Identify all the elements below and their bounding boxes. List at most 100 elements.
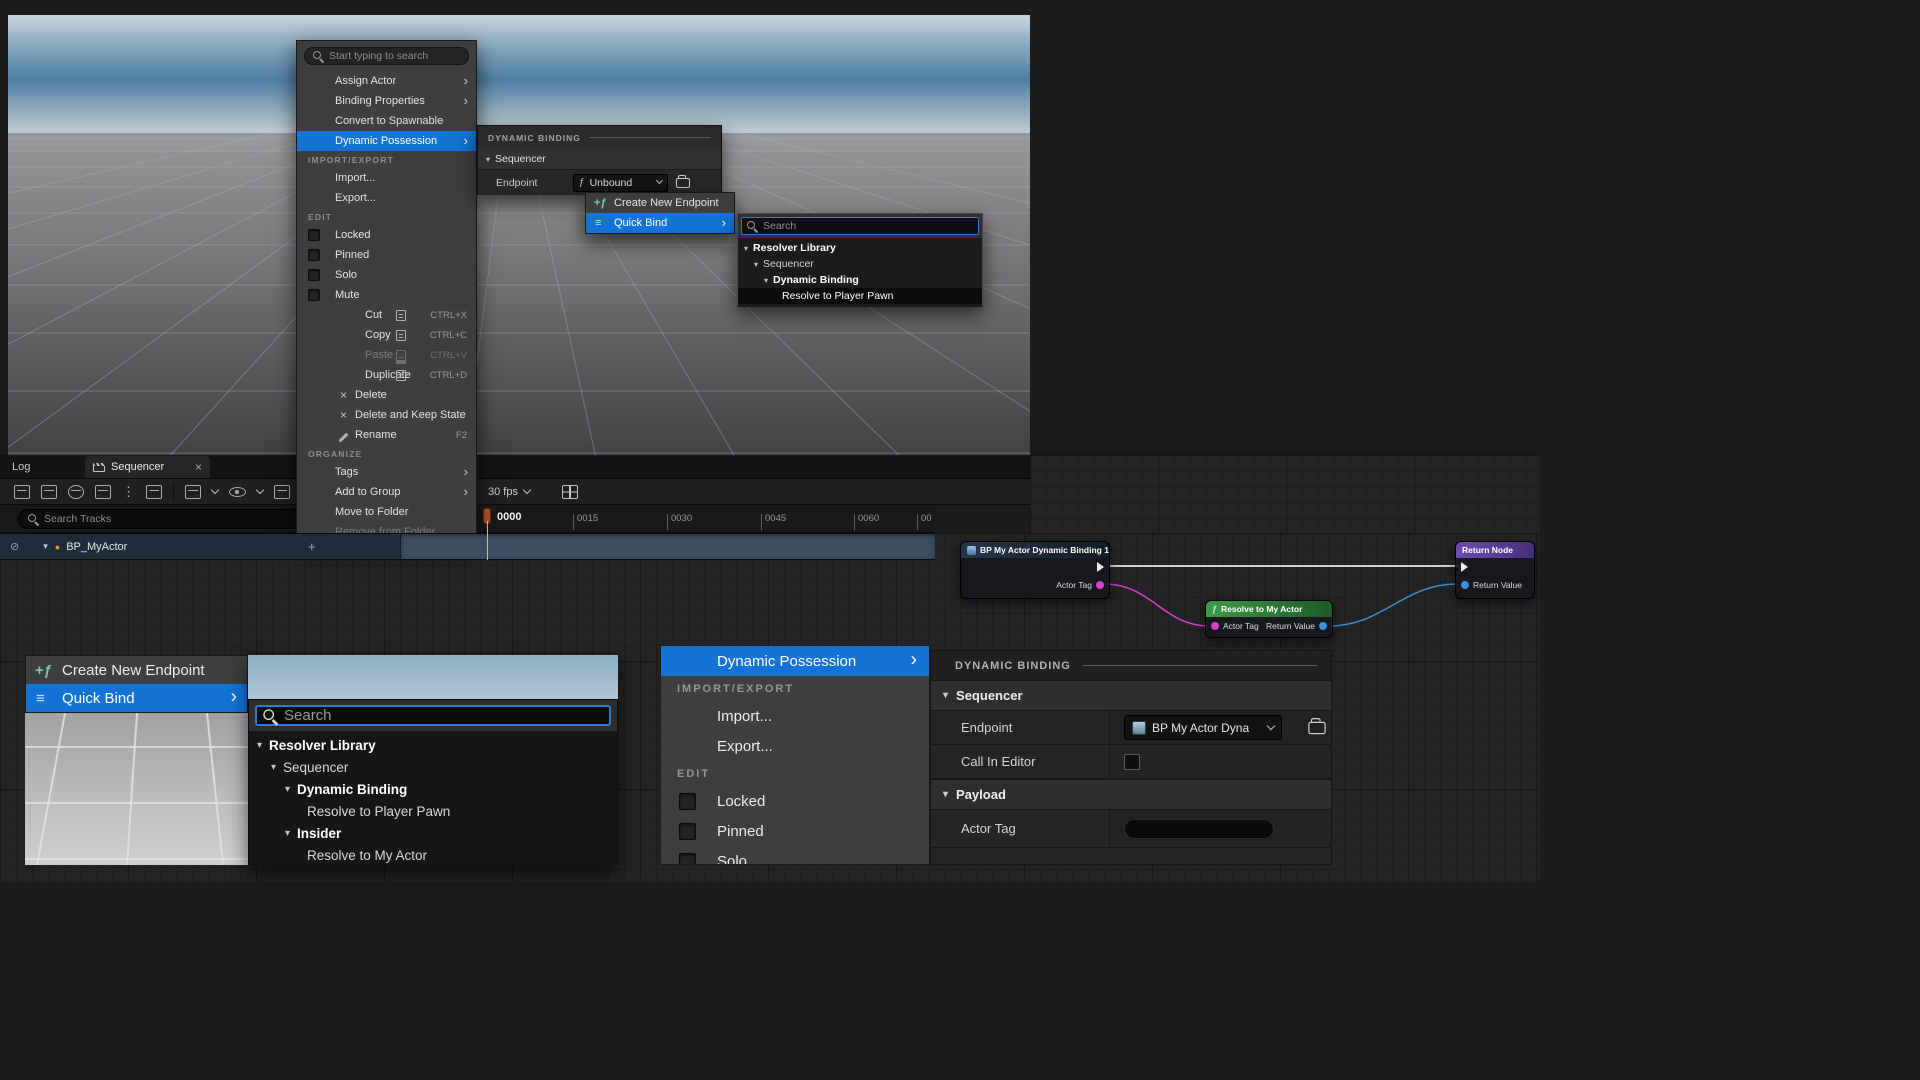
zoom-menu-item-import[interactable]: Import...: [661, 701, 929, 731]
eye-icon[interactable]: [229, 487, 246, 497]
tree-item-resolver-library[interactable]: ▾Resolver Library: [738, 240, 982, 256]
mute-checkbox[interactable]: [308, 289, 320, 301]
locked-checkbox[interactable]: [308, 229, 320, 241]
tab-sequencer[interactable]: Sequencer ×: [85, 456, 210, 478]
menu-item-binding-properties[interactable]: Binding Properties›: [297, 91, 476, 111]
zoom-resolver-search-placeholder: Search: [284, 707, 332, 724]
menu-item-assign-actor[interactable]: Assign Actor›: [297, 71, 476, 91]
menu-item-dynamic-possession[interactable]: Dynamic Possession›: [297, 131, 476, 151]
menu-item-move-to-folder[interactable]: Move to Folder: [297, 502, 476, 522]
snap-grid-icon[interactable]: [562, 485, 578, 499]
sliders-icon[interactable]: [95, 485, 111, 499]
zoom-menu-item-dynamic-possession[interactable]: Dynamic Possession ›: [661, 646, 929, 676]
menu-item-create-new-endpoint[interactable]: +ƒ Create New Endpoint: [586, 193, 734, 213]
track-header-bp-myactor[interactable]: ⊘ ▾ ● BP_MyActor +: [0, 534, 400, 559]
sequencer-toolbar: ⋮ 30 fps: [0, 478, 1030, 505]
sequencer-tab-bar: Log Sequencer ×: [0, 455, 1030, 478]
node-return[interactable]: Return Node Return Value: [1455, 541, 1535, 599]
menu-item-mute[interactable]: Mute: [297, 285, 476, 305]
tree-item-insider[interactable]: ▾Insider: [249, 822, 617, 844]
exec-in-pin[interactable]: [1461, 562, 1468, 572]
resolver-search-input[interactable]: Search: [741, 217, 979, 235]
return-value-out-pin[interactable]: [1319, 622, 1327, 630]
menu-item-rename[interactable]: RenameF2: [297, 425, 476, 445]
dynamic-binding-popup: DYNAMIC BINDING ▾ Sequencer Endpoint ƒ U…: [477, 125, 722, 195]
add-section-icon[interactable]: +: [308, 539, 316, 554]
menu-item-solo[interactable]: Solo: [297, 265, 476, 285]
tree-item-sequencer[interactable]: ▾Sequencer: [249, 756, 617, 778]
browse-asset-icon[interactable]: [1308, 721, 1326, 734]
tree-item-resolve-to-player-pawn[interactable]: Resolve to Player Pawn: [249, 800, 617, 822]
keyframe-options-icon[interactable]: [274, 485, 290, 499]
actor-tag-pin[interactable]: [1096, 581, 1104, 589]
tree-item-resolve-to-my-actor[interactable]: Resolve to My Actor: [249, 844, 617, 865]
zoom-menu-item-quick-bind[interactable]: ≡ Quick Bind ›: [26, 684, 247, 712]
return-value-in-pin[interactable]: [1461, 581, 1469, 589]
pinned-checkbox[interactable]: [679, 823, 696, 840]
eye-dropdown-caret[interactable]: [256, 485, 264, 493]
resolver-search-placeholder: Search: [763, 220, 796, 232]
endpoint-dropdown[interactable]: ƒ Unbound: [573, 174, 668, 192]
tree-item-sequencer[interactable]: ▾Sequencer: [738, 256, 982, 272]
tree-item-dynamic-binding[interactable]: ▾Dynamic Binding: [738, 272, 982, 288]
details-section-payload[interactable]: ▾ Payload: [931, 779, 1331, 810]
menu-item-cut[interactable]: CutCTRL+X: [297, 305, 476, 325]
call-in-editor-checkbox[interactable]: [1124, 754, 1140, 770]
browse-asset-icon[interactable]: [676, 178, 690, 188]
node-header: Return Node: [1456, 542, 1534, 558]
save-icon[interactable]: [14, 485, 30, 499]
pinned-checkbox[interactable]: [308, 249, 320, 261]
menu-item-duplicate[interactable]: DuplicateCTRL+D: [297, 365, 476, 385]
fps-dropdown[interactable]: 30 fps: [488, 486, 530, 498]
playhead-line: [487, 521, 488, 560]
locked-checkbox[interactable]: [679, 793, 696, 810]
menu-item-import[interactable]: Import...: [297, 168, 476, 188]
ruler-tick: 00: [917, 514, 932, 530]
tree-item-resolve-to-player-pawn[interactable]: Resolve to Player Pawn: [738, 288, 982, 304]
menu-item-delete-and-keep-state[interactable]: ×Delete and Keep State: [297, 405, 476, 425]
track-expand-icon[interactable]: ▾: [43, 541, 48, 552]
menu-item-quick-bind[interactable]: ≡ Quick Bind ›: [586, 213, 734, 233]
menu-item-copy[interactable]: CopyCTRL+C: [297, 325, 476, 345]
possessable-icon: ⊘: [10, 540, 19, 553]
track-options-icon[interactable]: [146, 485, 162, 499]
exec-out-pin[interactable]: [1097, 562, 1104, 572]
menu-item-delete[interactable]: ×Delete: [297, 385, 476, 405]
endpoint-dropdown[interactable]: BP My Actor Dyna: [1124, 715, 1282, 740]
wrench-icon[interactable]: [185, 485, 201, 499]
track-timeline-lane[interactable]: [400, 534, 935, 559]
zoom-menu-item-export[interactable]: Export...: [661, 731, 929, 761]
tab-log[interactable]: Log: [12, 461, 30, 473]
node-resolve-to-my-actor[interactable]: ƒ Resolve to My Actor Actor Tag Return V…: [1205, 600, 1333, 638]
sequencer-track-row[interactable]: ⊘ ▾ ● BP_MyActor +: [0, 533, 935, 560]
zoom-menu-item-solo[interactable]: Solo: [661, 846, 929, 865]
section-sequencer[interactable]: ▾ Sequencer: [478, 149, 721, 169]
solo-checkbox[interactable]: [308, 269, 320, 281]
slate-icon[interactable]: [41, 485, 57, 499]
endpoint-label: Endpoint: [478, 177, 573, 189]
tree-item-dynamic-binding[interactable]: ▾Dynamic Binding: [249, 778, 617, 800]
actor-tag-input[interactable]: [1124, 819, 1274, 839]
zoom-menu-item-locked[interactable]: Locked: [661, 786, 929, 816]
menu-item-pinned[interactable]: Pinned: [297, 245, 476, 265]
wrench-dropdown-caret[interactable]: [211, 485, 219, 493]
node-bp-my-actor-dynamic-binding[interactable]: BP My Actor Dynamic Binding 1 Actor Tag: [960, 541, 1110, 599]
tree-item-resolver-library[interactable]: ▾Resolver Library: [249, 734, 617, 756]
solo-checkbox[interactable]: [679, 853, 696, 866]
actor-tag-in-pin[interactable]: [1211, 622, 1219, 630]
kebab-menu-icon[interactable]: ⋮: [122, 485, 135, 498]
menu-item-add-to-group[interactable]: Add to Group›: [297, 482, 476, 502]
details-section-sequencer[interactable]: ▾ Sequencer: [931, 680, 1331, 711]
menu-item-convert-to-spawnable[interactable]: Convert to Spawnable: [297, 111, 476, 131]
tab-close-icon[interactable]: ×: [195, 461, 202, 473]
pin-label: Actor Tag: [1056, 580, 1092, 590]
function-icon: ƒ: [579, 177, 585, 188]
zoom-menu-item-pinned[interactable]: Pinned: [661, 816, 929, 846]
menu-item-tags[interactable]: Tags›: [297, 462, 476, 482]
zoom-resolver-search-input[interactable]: Search: [255, 705, 611, 726]
menu-search-input[interactable]: Start typing to search: [304, 47, 469, 65]
menu-item-locked[interactable]: Locked: [297, 225, 476, 245]
zoom-menu-item-create-new-endpoint[interactable]: +ƒ Create New Endpoint: [26, 656, 247, 684]
render-movie-icon[interactable]: [68, 485, 84, 499]
menu-item-export[interactable]: Export...: [297, 188, 476, 208]
